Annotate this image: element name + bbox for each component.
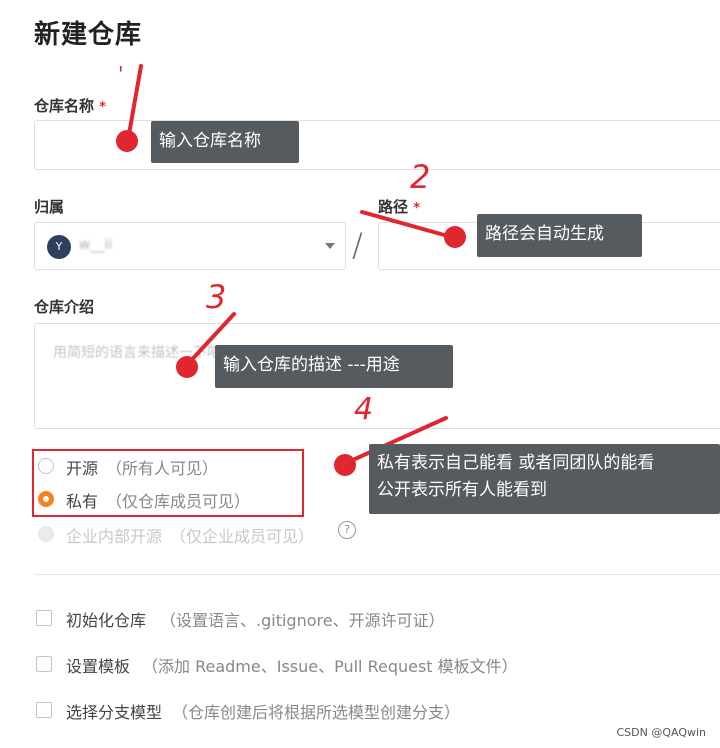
annotation-dot-3: [176, 356, 198, 378]
tooltip-repo-name: 输入仓库名称: [151, 121, 299, 163]
annotation-dot-1: [116, 130, 138, 152]
annotation-number-1: ': [118, 62, 124, 86]
tooltip-visibility: 私有表示自己能看 或者同团队的能看 公开表示所有人能看到: [369, 444, 720, 514]
tooltip-description: 输入仓库的描述 ---用途: [215, 345, 453, 388]
arrow-2: [360, 210, 457, 240]
watermark: CSDN @QAQwin: [616, 726, 706, 739]
tooltip-path: 路径会自动生成: [477, 214, 642, 257]
annotation-number-2: 2: [410, 158, 431, 196]
tooltip-visibility-line2: 公开表示所有人能看到: [377, 480, 547, 500]
annotation-dot-4: [334, 454, 356, 476]
arrow-1: [126, 64, 143, 142]
annotation-number-3: 3: [206, 278, 227, 316]
annotation-number-4: 4: [354, 392, 374, 427]
tooltip-visibility-line1: 私有表示自己能看 或者同团队的能看: [377, 453, 655, 473]
annotation-dot-2: [444, 226, 466, 248]
